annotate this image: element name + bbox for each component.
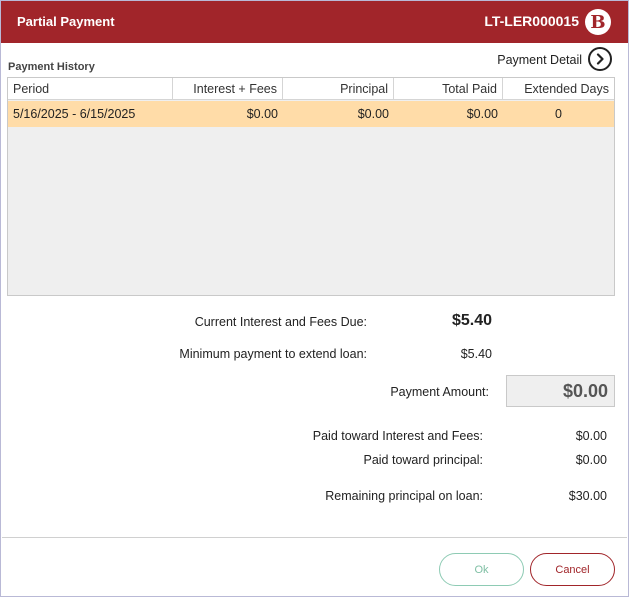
min-payment-label: Minimum payment to extend loan: bbox=[179, 347, 367, 361]
grid-header: Period Interest + Fees Principal Total P… bbox=[8, 78, 614, 100]
cell-principal: $0.00 bbox=[357, 107, 389, 121]
ok-button[interactable]: Ok bbox=[439, 553, 524, 586]
chevron-right-icon bbox=[596, 53, 604, 65]
column-header-extended-days[interactable]: Extended Days bbox=[503, 78, 614, 99]
payment-amount-input[interactable]: $0.00 bbox=[506, 375, 615, 407]
paid-principal-label: Paid toward principal: bbox=[363, 453, 483, 467]
table-row[interactable]: 5/16/2025 - 6/15/2025 $0.00 $0.00 $0.00 … bbox=[8, 101, 614, 127]
column-header-total-paid[interactable]: Total Paid bbox=[394, 78, 503, 99]
paid-interest-label: Paid toward Interest and Fees: bbox=[312, 429, 483, 443]
paid-principal-value: $0.00 bbox=[575, 453, 607, 467]
cell-interest-fees: $0.00 bbox=[246, 107, 278, 121]
cell-total-paid: $0.00 bbox=[466, 107, 498, 121]
payment-amount-value: $0.00 bbox=[562, 380, 608, 401]
column-header-principal[interactable]: Principal bbox=[283, 78, 394, 99]
payment-history-label: Payment History bbox=[8, 61, 95, 73]
column-header-period[interactable]: Period bbox=[8, 78, 173, 99]
dialog-title: Partial Payment bbox=[17, 14, 115, 29]
payment-detail-button[interactable] bbox=[588, 47, 612, 71]
cell-period: 5/16/2025 - 6/15/2025 bbox=[13, 107, 136, 121]
payment-detail-link[interactable]: Payment Detail bbox=[497, 53, 582, 67]
current-due-value: $5.40 bbox=[451, 312, 492, 329]
partial-payment-dialog: Partial Payment LT-LER000015 B Payment H… bbox=[0, 0, 629, 597]
current-due-label: Current Interest and Fees Due: bbox=[194, 315, 367, 329]
loan-id: LT-LER000015 bbox=[484, 13, 579, 29]
footer-divider bbox=[2, 537, 627, 538]
title-bar: Partial Payment LT-LER000015 B bbox=[1, 1, 628, 43]
remaining-principal-label: Remaining principal on loan: bbox=[325, 489, 483, 503]
paid-interest-value: $0.00 bbox=[575, 429, 607, 443]
payment-history-grid: Period Interest + Fees Principal Total P… bbox=[7, 77, 615, 296]
column-header-interest-fees[interactable]: Interest + Fees bbox=[173, 78, 283, 99]
cancel-button[interactable]: Cancel bbox=[530, 553, 615, 586]
cell-extended-days: 0 bbox=[555, 107, 562, 121]
remaining-principal-value: $30.00 bbox=[568, 489, 607, 503]
min-payment-value: $5.40 bbox=[460, 347, 492, 361]
brand-logo-icon: B bbox=[585, 9, 611, 35]
payment-amount-label: Payment Amount: bbox=[390, 385, 489, 399]
